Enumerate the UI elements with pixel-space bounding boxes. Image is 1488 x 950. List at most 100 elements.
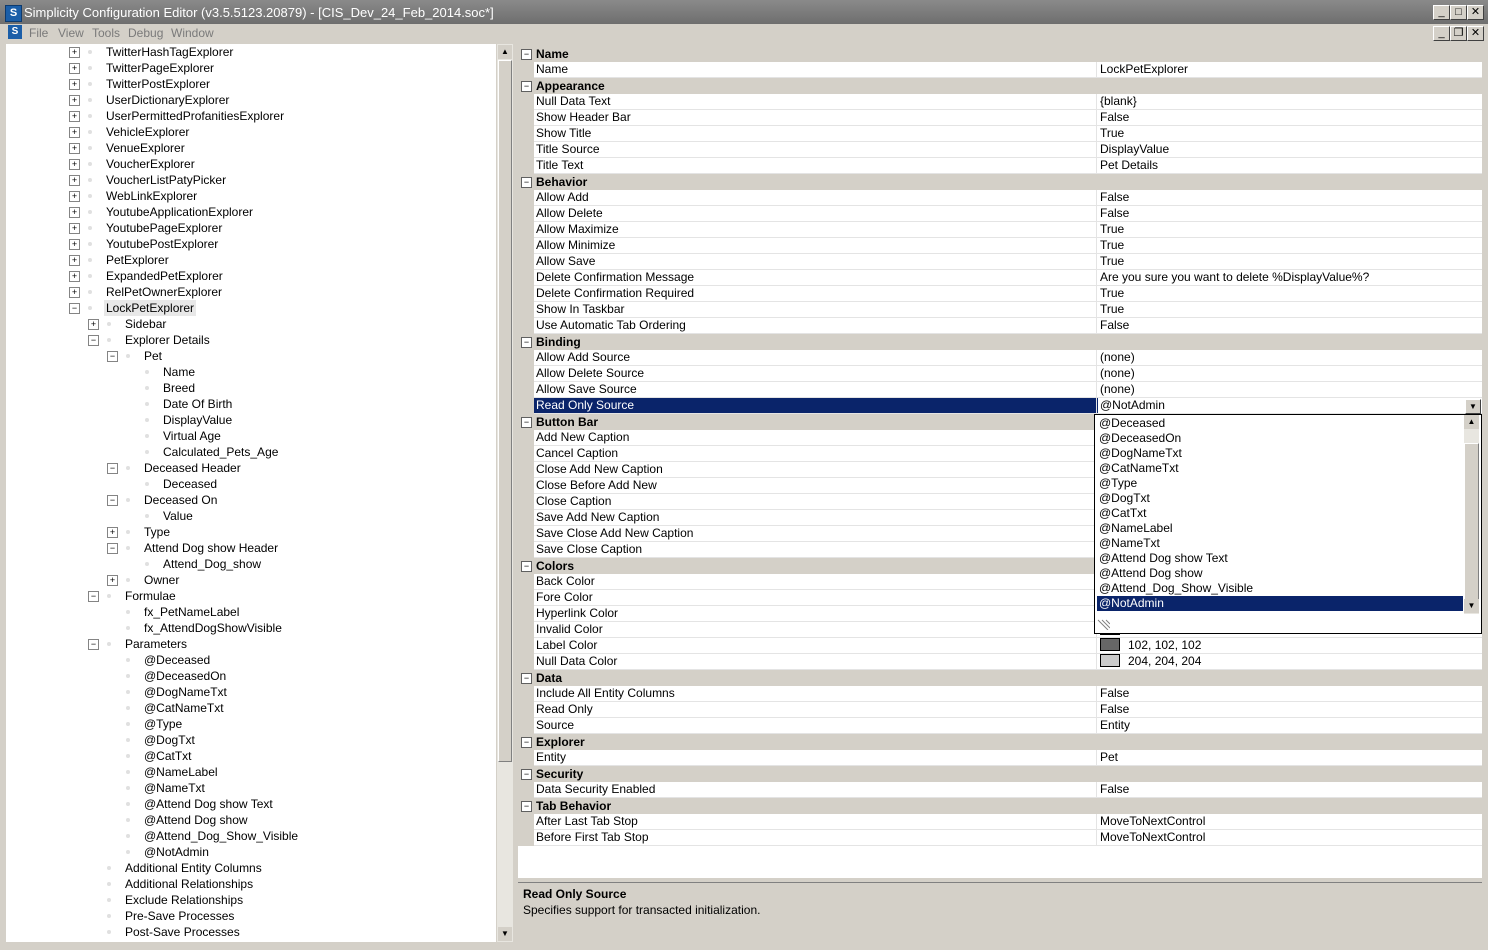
expand-icon[interactable]: +	[69, 239, 80, 250]
tree-node-label[interactable]: @Deceased	[144, 652, 210, 668]
collapse-icon[interactable]: −	[521, 49, 532, 60]
tree-node-label[interactable]: @CatTxt	[144, 748, 192, 764]
tree-node[interactable]: @Attend Dog show	[6, 812, 496, 828]
tree-node[interactable]: − Deceased Header	[6, 460, 496, 476]
property-row[interactable]: Allow Minimize True	[518, 238, 1482, 254]
property-row[interactable]: Title Text Pet Details	[518, 158, 1482, 174]
tree-node-label[interactable]: TwitterPostExplorer	[106, 76, 210, 92]
property-name[interactable]: Read Only Source	[534, 398, 1098, 414]
tree-node-label[interactable]: YoutubeApplicationExplorer	[106, 204, 253, 220]
collapse-icon[interactable]: −	[521, 81, 532, 92]
property-value[interactable]: True	[1096, 126, 1482, 142]
expand-icon[interactable]: +	[107, 575, 118, 586]
collapse-icon[interactable]: −	[521, 801, 532, 812]
tree-node-label[interactable]: UserPermittedProfanitiesExplorer	[106, 108, 284, 124]
collapse-icon[interactable]: −	[107, 463, 118, 474]
tree-scrollbar[interactable]: ▲ ▼	[497, 44, 513, 942]
tree-node-label[interactable]: Deceased	[163, 476, 217, 492]
property-value[interactable]: MoveToNextControl	[1096, 814, 1482, 830]
expand-icon[interactable]: +	[69, 191, 80, 202]
tree-node-label[interactable]: VehicleExplorer	[106, 124, 189, 140]
tree-node-label[interactable]: YoutubePageExplorer	[106, 220, 222, 236]
dropdown-scroll-up-icon[interactable]: ▲	[1464, 415, 1479, 429]
property-row[interactable]: Allow Maximize True	[518, 222, 1482, 238]
tree-node[interactable]: + UserPermittedProfanitiesExplorer	[6, 108, 496, 124]
property-name[interactable]: Data Security Enabled	[534, 782, 1098, 798]
tree-node[interactable]: − Pet	[6, 348, 496, 364]
tree-node-label[interactable]: @DeceasedOn	[144, 668, 226, 684]
tree-node-label[interactable]: Additional Entity Columns	[125, 860, 262, 876]
property-value[interactable]: 102, 102, 102	[1096, 638, 1482, 654]
dropdown-option[interactable]: @Attend Dog show	[1097, 566, 1463, 581]
property-value[interactable]: True	[1096, 222, 1482, 238]
tree-node-label[interactable]: Value	[163, 508, 193, 524]
tree-node[interactable]: @NameLabel	[6, 764, 496, 780]
tree-node[interactable]: − LockPetExplorer	[6, 300, 496, 316]
dropdown-option[interactable]: @Deceased	[1097, 416, 1463, 431]
property-row[interactable]: Null Data Text {blank}	[518, 94, 1482, 110]
tree-node-label[interactable]: Attend_Dog_show	[163, 556, 261, 572]
property-row[interactable]: Allow Add False	[518, 190, 1482, 206]
tree-node[interactable]: + UserDictionaryExplorer	[6, 92, 496, 108]
explorer-tree[interactable]: + TwitterHashTagExplorer + TwitterPageExplo…	[6, 44, 496, 942]
collapse-icon[interactable]: −	[69, 303, 80, 314]
property-name[interactable]: Use Automatic Tab Ordering	[534, 318, 1098, 334]
property-row[interactable]: Show In Taskbar True	[518, 302, 1482, 318]
tree-node[interactable]: @Deceased	[6, 652, 496, 668]
collapse-icon[interactable]: −	[107, 543, 118, 554]
property-name[interactable]: Hyperlink Color	[534, 606, 1098, 622]
property-row[interactable]: Allow Save True	[518, 254, 1482, 270]
tree-node-label[interactable]: @CatNameTxt	[144, 700, 224, 716]
menu-file[interactable]: File	[29, 26, 48, 40]
tree-node[interactable]: @DogTxt	[6, 732, 496, 748]
expand-icon[interactable]: +	[69, 175, 80, 186]
tree-node-label[interactable]: VoucherListPatyPicker	[106, 172, 226, 188]
tree-node[interactable]: Pre-Save Processes	[6, 908, 496, 924]
tree-node[interactable]: @NameTxt	[6, 780, 496, 796]
tree-node[interactable]: − Parameters	[6, 636, 496, 652]
property-value[interactable]: Pet Details	[1096, 158, 1482, 174]
property-row[interactable]: Source Entity	[518, 718, 1482, 734]
tree-node[interactable]: + ExpandedPetExplorer	[6, 268, 496, 284]
tree-node[interactable]: fx_AttendDogShowVisible	[6, 620, 496, 636]
property-value[interactable]: @NotAdmin	[1096, 398, 1482, 414]
tree-node[interactable]: Calculated_Pets_Age	[6, 444, 496, 460]
property-value[interactable]: False	[1096, 190, 1482, 206]
menu-view[interactable]: View	[58, 26, 84, 40]
mdi-close-icon[interactable]: ✕	[1467, 26, 1484, 41]
tree-node[interactable]: Date Of Birth	[6, 396, 496, 412]
tree-node[interactable]: − Formulae	[6, 588, 496, 604]
tree-node[interactable]: + VoucherListPatyPicker	[6, 172, 496, 188]
collapse-icon[interactable]: −	[521, 673, 532, 684]
property-row[interactable]: After Last Tab Stop MoveToNextControl	[518, 814, 1482, 830]
property-row[interactable]: Allow Save Source (none)	[518, 382, 1482, 398]
tree-node[interactable]: Additional Relationships	[6, 876, 496, 892]
tree-node[interactable]: + YoutubePostExplorer	[6, 236, 496, 252]
property-row[interactable]: Allow Delete False	[518, 206, 1482, 222]
property-name[interactable]: Allow Save	[534, 254, 1098, 270]
tree-node-label[interactable]: @DogNameTxt	[144, 684, 227, 700]
property-row[interactable]: Include All Entity Columns False	[518, 686, 1482, 702]
tree-node-label[interactable]: Deceased On	[144, 492, 217, 508]
tree-node-label[interactable]: Type	[144, 524, 170, 540]
tree-node-label[interactable]: DisplayValue	[163, 412, 232, 428]
tree-node[interactable]: + RelPetOwnerExplorer	[6, 284, 496, 300]
property-name[interactable]: Back Color	[534, 574, 1098, 590]
tree-node[interactable]: @DogNameTxt	[6, 684, 496, 700]
collapse-icon[interactable]: −	[88, 591, 99, 602]
category-row[interactable]: − Name	[518, 46, 1482, 62]
property-name[interactable]: Entity	[534, 750, 1098, 766]
tree-node-label[interactable]: ExpandedPetExplorer	[106, 268, 223, 284]
property-row[interactable]: Allow Delete Source (none)	[518, 366, 1482, 382]
expand-icon[interactable]: +	[69, 207, 80, 218]
property-value[interactable]: MoveToNextControl	[1096, 830, 1482, 846]
tree-node-label[interactable]: Name	[163, 364, 195, 380]
property-row[interactable]: Title Source DisplayValue	[518, 142, 1482, 158]
property-name[interactable]: Cancel Caption	[534, 446, 1098, 462]
expand-icon[interactable]: +	[69, 63, 80, 74]
property-name[interactable]: Save Close Add New Caption	[534, 526, 1098, 542]
tree-node[interactable]: + VoucherExplorer	[6, 156, 496, 172]
dropdown-option[interactable]: @DeceasedOn	[1097, 431, 1463, 446]
tree-node-label[interactable]: @Attend_Dog_Show_Visible	[144, 828, 298, 844]
collapse-icon[interactable]: −	[521, 769, 532, 780]
